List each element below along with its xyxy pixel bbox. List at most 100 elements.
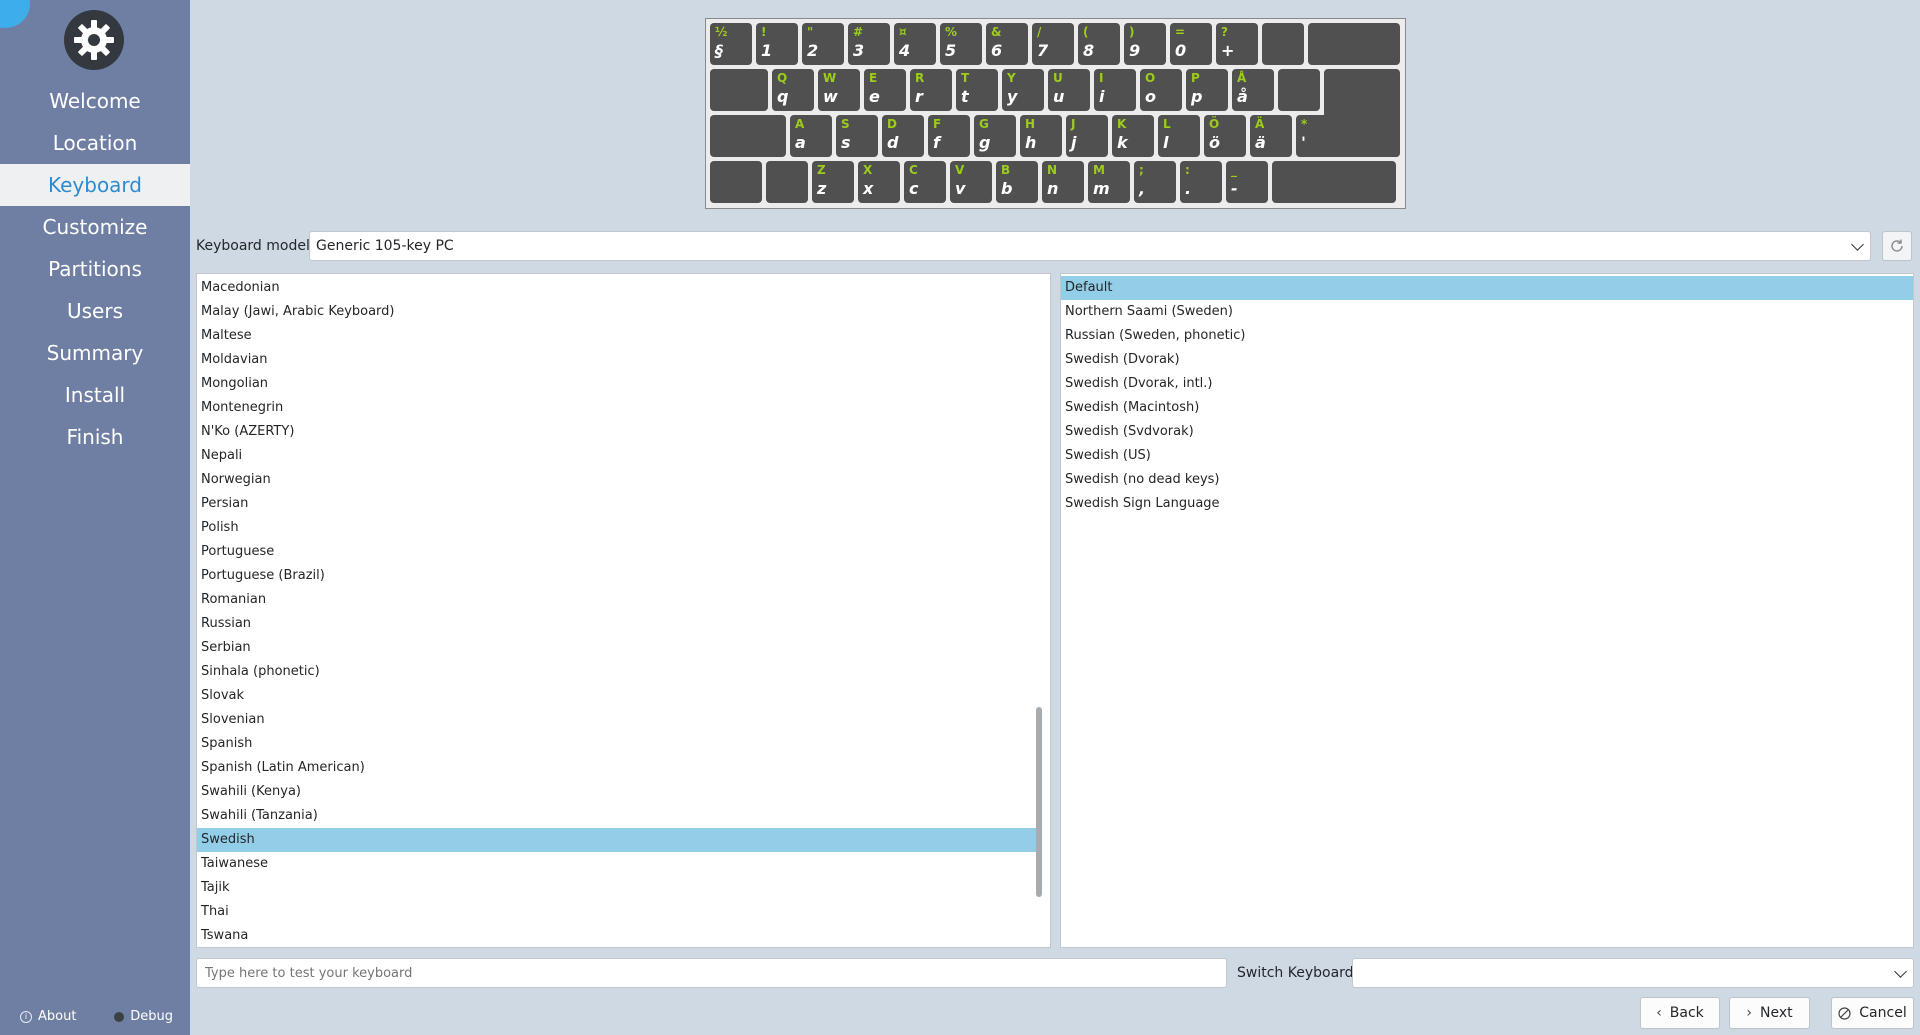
reset-keyboard-model-button[interactable] <box>1882 231 1912 261</box>
keyboard-test-input[interactable] <box>196 958 1227 988</box>
switch-keyboard-select[interactable] <box>1352 958 1914 988</box>
key: Ww <box>818 69 860 111</box>
key: ? + <box>1216 23 1258 65</box>
list-item[interactable]: Portuguese (Brazil) <box>197 564 1036 588</box>
list-item[interactable]: Moldavian <box>197 348 1036 372</box>
list-item[interactable]: Swedish Sign Language <box>1061 492 1913 516</box>
list-item[interactable]: Montenegrin <box>197 396 1036 420</box>
sidebar-item-welcome[interactable]: Welcome <box>0 80 190 122</box>
keyboard-variant-list[interactable]: Default Northern Saami (Sweden) Russian (S… <box>1060 273 1914 948</box>
key-label: ' <box>1301 133 1306 152</box>
key: Ää <box>1250 115 1292 157</box>
list-item[interactable]: Romanian <box>197 588 1036 612</box>
list-item[interactable]: Tajik <box>197 876 1036 900</box>
key-label: 7 <box>1037 41 1049 60</box>
list-item[interactable]: Russian (Sweden, phonetic) <box>1061 324 1913 348</box>
list-item[interactable]: Mongolian <box>197 372 1036 396</box>
debug-button[interactable]: Debug <box>114 1009 173 1024</box>
list-item[interactable]: Russian <box>197 612 1036 636</box>
list-item[interactable]: Slovak <box>197 684 1036 708</box>
back-label: Back <box>1669 1005 1704 1021</box>
list-item[interactable]: Maltese <box>197 324 1036 348</box>
key <box>710 69 768 111</box>
key-label: r <box>915 87 923 106</box>
list-item[interactable]: Malay (Jawi, Arabic Keyboard) <box>197 300 1036 324</box>
key-label: i <box>1099 87 1105 106</box>
list-item[interactable]: Serbian <box>197 636 1036 660</box>
cancel-button[interactable]: Cancel <box>1831 997 1914 1029</box>
key-shift-label: A <box>795 117 805 131</box>
list-item[interactable]: Swedish (Svdvorak) <box>1061 420 1913 444</box>
keyboard-layout-list[interactable]: Macedonian Malay (Jawi, Arabic Keyboard) M… <box>196 273 1051 948</box>
cancel-icon <box>1838 1006 1851 1020</box>
back-button[interactable]: ‹ Back <box>1640 997 1720 1029</box>
list-item[interactable]: Tswana <box>197 924 1036 947</box>
list-item[interactable]: Swedish <box>197 828 1036 852</box>
list-item[interactable]: Portuguese <box>197 540 1036 564</box>
key-label: ä <box>1255 133 1266 152</box>
key-shift-label: K <box>1117 117 1127 131</box>
key-shift-label: _ <box>1231 163 1237 177</box>
key <box>710 115 786 157</box>
list-item[interactable]: Sinhala (phonetic) <box>197 660 1036 684</box>
sidebar-item-location[interactable]: Location <box>0 122 190 164</box>
key: Yy <box>1002 69 1044 111</box>
list-item[interactable]: Nepali <box>197 444 1036 468</box>
list-item[interactable]: Northern Saami (Sweden) <box>1061 300 1913 324</box>
layout-list-scrollbar[interactable] <box>1036 707 1042 897</box>
list-item[interactable]: Spanish (Latin American) <box>197 756 1036 780</box>
list-item[interactable]: Swahili (Tanzania) <box>197 804 1036 828</box>
key-shift-label: / <box>1037 25 1042 39</box>
key-label: h <box>1025 133 1037 152</box>
list-item[interactable]: Spanish <box>197 732 1036 756</box>
sidebar-item-users[interactable]: Users <box>0 290 190 332</box>
key: " 2 <box>802 23 844 65</box>
list-item[interactable]: N'Ko (AZERTY) <box>197 420 1036 444</box>
key: ¤ 4 <box>894 23 936 65</box>
key-label: v <box>955 179 966 198</box>
list-item[interactable]: Polish <box>197 516 1036 540</box>
key: #3 <box>848 23 890 65</box>
key-shift-label: ( <box>1083 25 1089 39</box>
list-item[interactable]: Swedish (no dead keys) <box>1061 468 1913 492</box>
key-shift-label: ? <box>1221 25 1228 39</box>
key <box>710 161 762 203</box>
sidebar-item-finish[interactable]: Finish <box>0 416 190 458</box>
list-item[interactable]: Slovenian <box>197 708 1036 732</box>
list-item[interactable]: Macedonian <box>197 276 1036 300</box>
key-label: u <box>1053 87 1065 106</box>
key-label: y <box>1007 87 1018 106</box>
next-button[interactable]: › Next <box>1729 997 1810 1029</box>
list-item[interactable]: Swedish (Dvorak) <box>1061 348 1913 372</box>
list-item[interactable]: Persian <box>197 492 1036 516</box>
sidebar-item-summary[interactable]: Summary <box>0 332 190 374</box>
key-shift-label: # <box>853 25 864 39</box>
sidebar-item-partitions[interactable]: Partitions <box>0 248 190 290</box>
key-shift-label: ) <box>1129 25 1135 39</box>
key-label: 2 <box>807 41 819 60</box>
key: Cc <box>904 161 946 203</box>
list-item[interactable]: Swedish (Dvorak, intl.) <box>1061 372 1913 396</box>
reset-icon <box>1891 239 1903 252</box>
key: ;, <box>1134 161 1176 203</box>
list-item[interactable]: Taiwanese <box>197 852 1036 876</box>
key-label: e <box>869 87 880 106</box>
list-item[interactable]: Swedish (Macintosh) <box>1061 396 1913 420</box>
key-shift-label: ½ <box>715 25 728 39</box>
key-shift-label: G <box>979 117 989 131</box>
keyboard-model-select[interactable]: Generic 105-key PC <box>309 231 1871 261</box>
list-item[interactable]: Thai <box>197 900 1036 924</box>
list-item[interactable]: Swedish (US) <box>1061 444 1913 468</box>
sidebar-item-keyboard[interactable]: Keyboard <box>0 164 190 206</box>
sidebar-item-customize[interactable]: Customize <box>0 206 190 248</box>
key <box>1278 69 1320 111</box>
key: Ff <box>928 115 970 157</box>
list-item[interactable]: Default <box>1061 276 1913 300</box>
list-item[interactable]: Norwegian <box>197 468 1036 492</box>
list-item[interactable]: Swahili (Kenya) <box>197 780 1036 804</box>
key-label: f <box>933 133 940 152</box>
key: Mm <box>1088 161 1130 203</box>
about-button[interactable]: i About <box>20 1009 76 1024</box>
key-shift-label: ¤ <box>899 25 907 39</box>
sidebar-item-install[interactable]: Install <box>0 374 190 416</box>
